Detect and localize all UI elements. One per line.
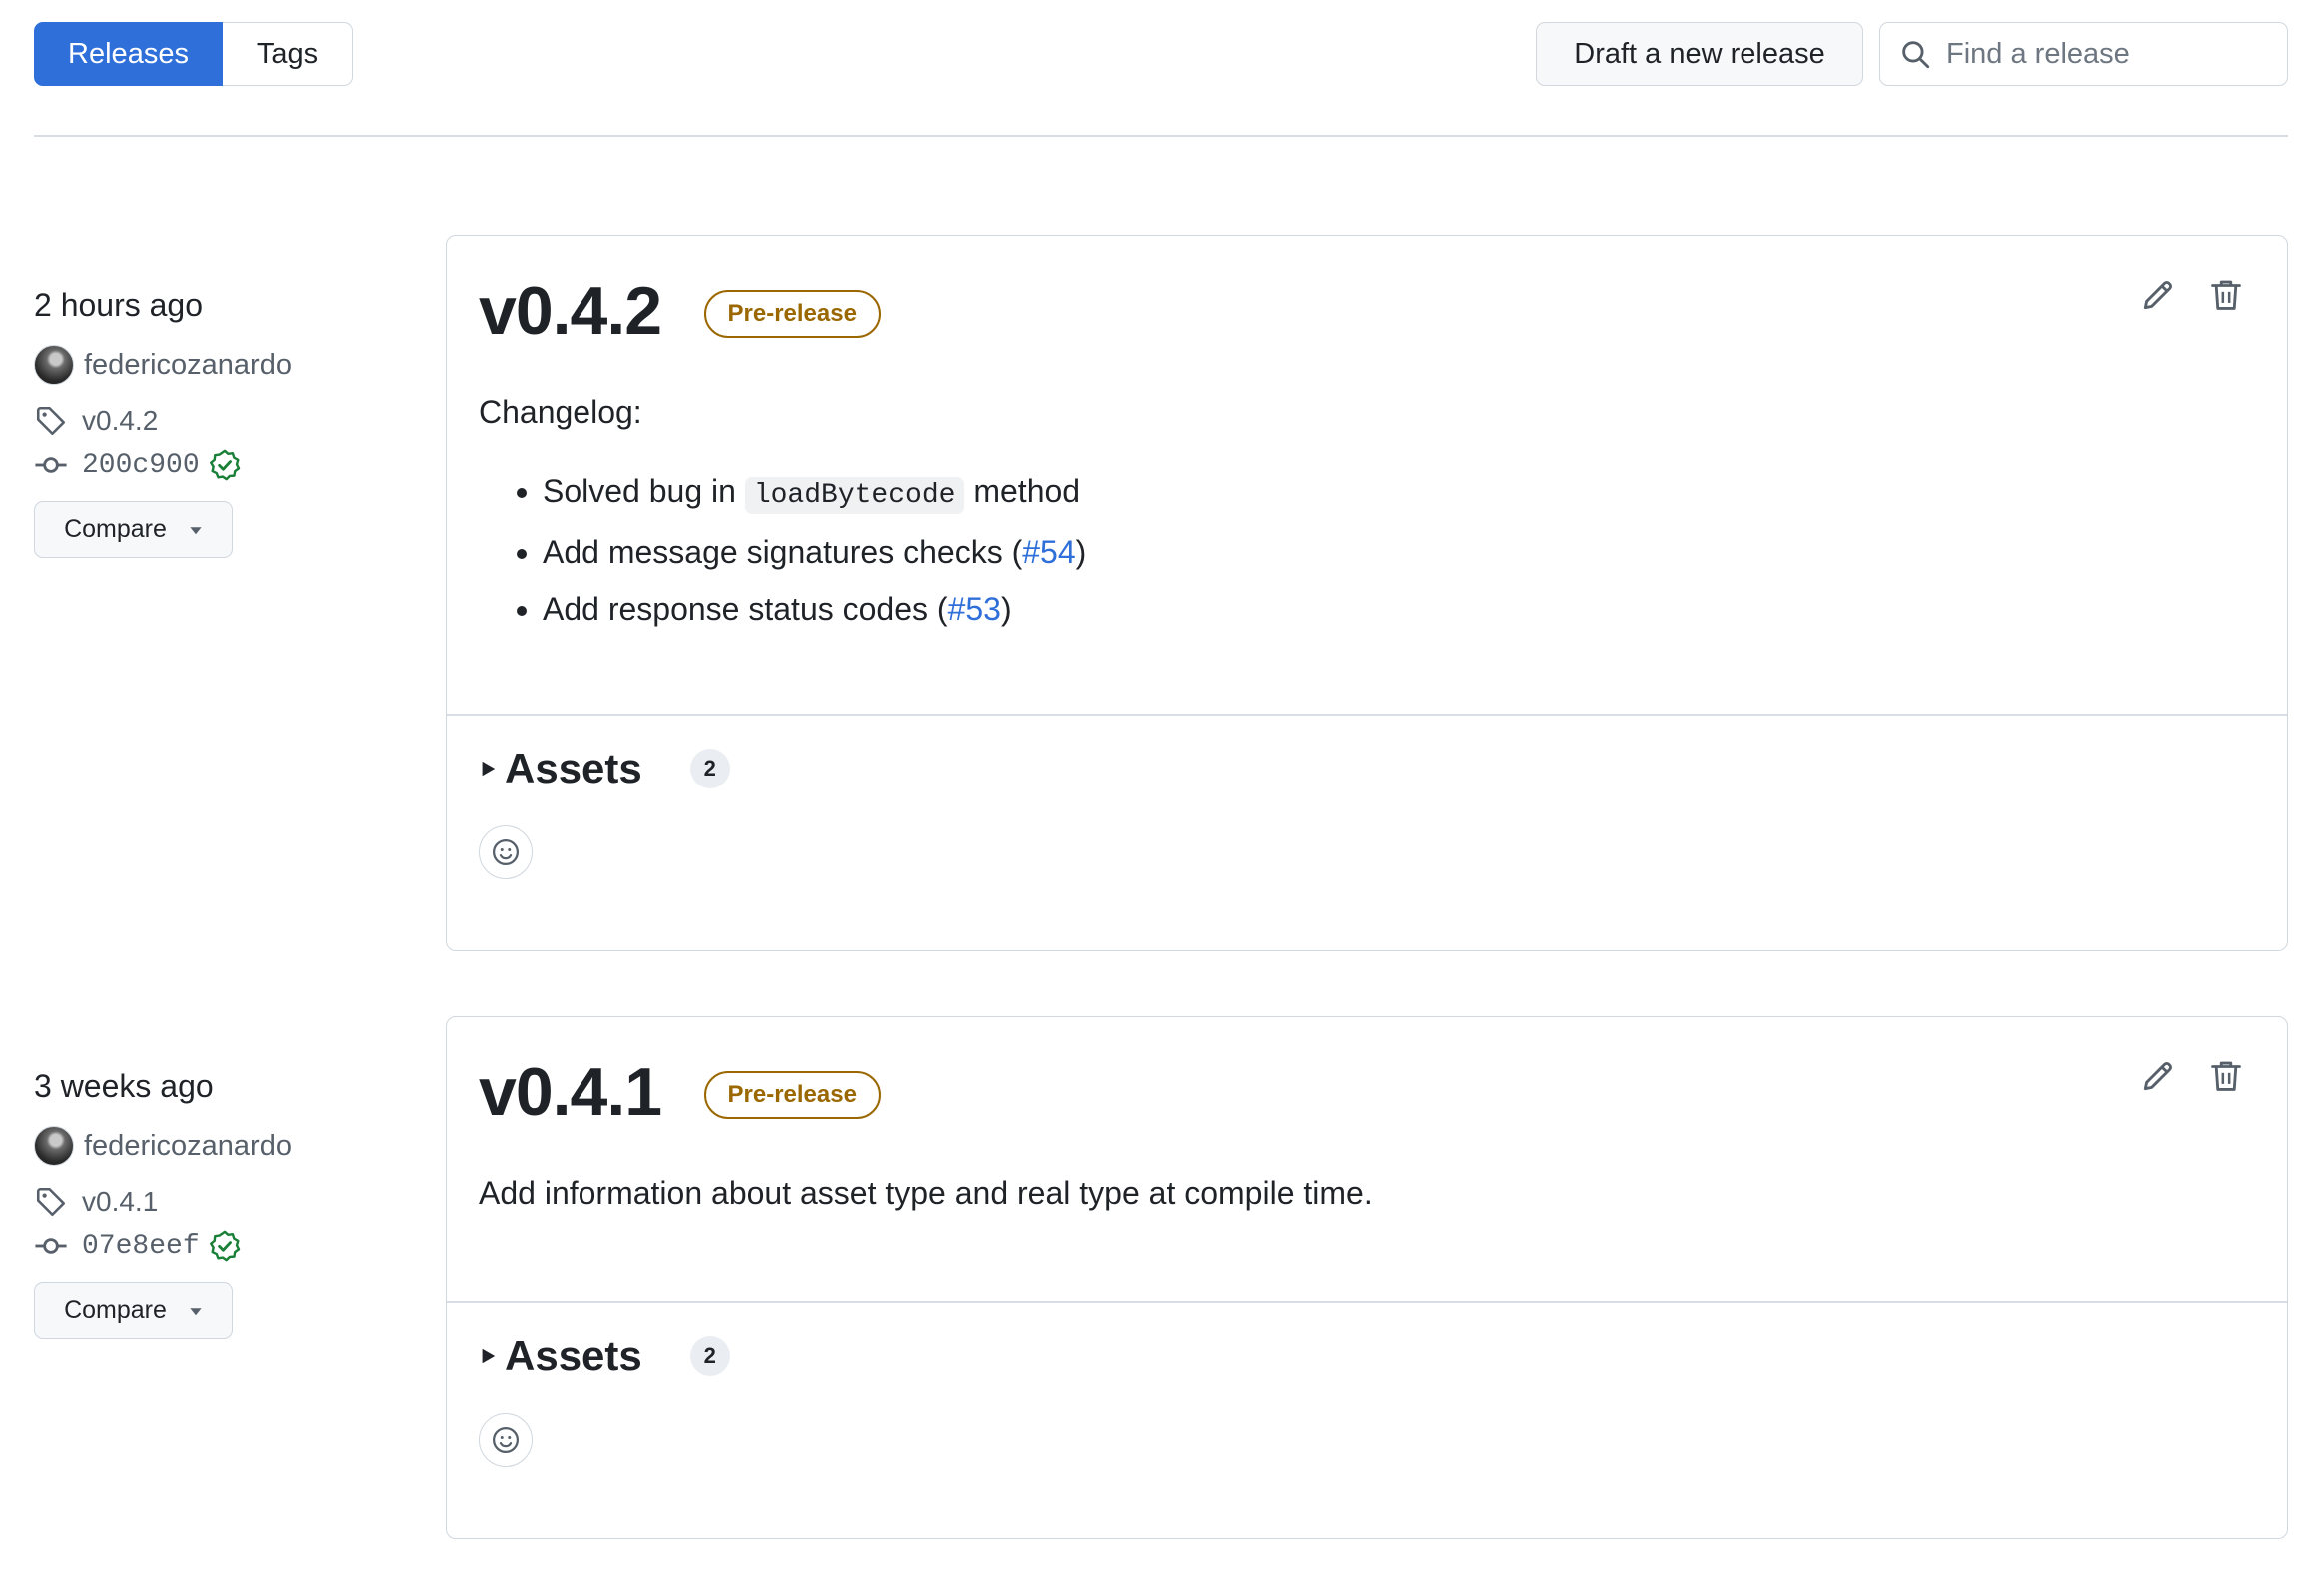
assets-count-badge: 2 [689, 1336, 730, 1376]
pr-link[interactable]: #53 [948, 591, 1001, 627]
release-commit[interactable]: 200c900 [34, 445, 414, 485]
verified-icon[interactable] [208, 448, 242, 482]
release-title[interactable]: v0.4.1 [479, 1053, 662, 1131]
draft-new-release-button[interactable]: Draft a new release [1536, 22, 1863, 86]
commit-icon [35, 457, 67, 473]
notes-list: Solved bug in loadBytecode method Add me… [479, 463, 2255, 638]
release-author[interactable]: federicozanardo [34, 343, 414, 387]
author-link[interactable]: federicozanardo [84, 349, 292, 382]
list-item: Solved bug in loadBytecode method [543, 463, 2255, 524]
tag-icon [36, 406, 66, 436]
list-item: Add message signatures checks (#54) [543, 524, 2255, 581]
avatar [34, 1126, 74, 1166]
release-author[interactable]: federicozanardo [34, 1124, 414, 1168]
release-meta: 3 weeks ago federicozanardo v0.4.1 07e8e… [34, 1066, 414, 1339]
release-date: 3 weeks ago [34, 1068, 214, 1104]
release-notes: Changelog: Solved bug in loadBytecode me… [447, 394, 2287, 714]
tab-releases[interactable]: Releases [34, 22, 223, 86]
release-tag[interactable]: v0.4.1 [34, 1182, 414, 1222]
chevron-down-icon [190, 1307, 202, 1315]
find-release-search[interactable] [1879, 22, 2288, 86]
assets-toggle[interactable]: Assets 2 [479, 742, 2255, 795]
release-title[interactable]: v0.4.2 [479, 272, 662, 350]
release-notes: Add information about asset type and rea… [447, 1175, 2287, 1301]
avatar [34, 345, 74, 385]
assets-count-badge: 2 [689, 749, 730, 788]
commit-icon [35, 1238, 67, 1254]
release-meta: 2 hours ago federicozanardo v0.4.2 200c9… [34, 285, 414, 558]
release-tag[interactable]: v0.4.2 [34, 401, 414, 441]
smiley-icon [493, 1427, 519, 1453]
tag-link[interactable]: v0.4.2 [82, 405, 158, 437]
compare-label: Compare [64, 515, 167, 543]
smiley-icon [493, 839, 519, 865]
release-header: v0.4.2 Pre-release [447, 236, 2287, 350]
header-divider [34, 135, 2288, 137]
trash-icon[interactable] [2207, 276, 2245, 314]
pr-link[interactable]: #54 [1022, 534, 1075, 570]
pencil-icon[interactable] [2139, 1057, 2177, 1095]
author-link[interactable]: federicozanardo [84, 1130, 292, 1163]
trash-icon[interactable] [2207, 1057, 2245, 1095]
add-reaction-button[interactable] [479, 825, 533, 879]
release-description: Add information about asset type and rea… [479, 1175, 1373, 1211]
tag-icon [36, 1187, 66, 1217]
chevron-down-icon [190, 526, 202, 534]
release-commit[interactable]: 07e8eef [34, 1226, 414, 1266]
assets-toggle[interactable]: Assets 2 [479, 1329, 2255, 1383]
release-card: v0.4.1 Pre-release Add information about… [446, 1016, 2288, 1539]
assets-section: Assets 2 [447, 716, 2287, 879]
prerelease-badge: Pre-release [703, 1071, 881, 1119]
triangle-right-icon [482, 761, 496, 777]
inline-code: loadBytecode [744, 477, 965, 514]
release-date: 2 hours ago [34, 287, 204, 323]
list-item: Add response status codes (#53) [543, 581, 2255, 638]
search-icon [1902, 41, 1930, 69]
release-header: v0.4.1 Pre-release [447, 1017, 2287, 1131]
compare-button[interactable]: Compare [34, 501, 233, 558]
release-tabs: Releases Tags [34, 22, 353, 86]
prerelease-badge: Pre-release [703, 290, 881, 338]
assets-heading: Assets [505, 1332, 642, 1379]
tag-link[interactable]: v0.4.1 [82, 1186, 158, 1218]
release-card: v0.4.2 Pre-release Changelog: Solved bug… [446, 235, 2288, 951]
compare-label: Compare [64, 1296, 167, 1324]
add-reaction-button[interactable] [479, 1413, 533, 1467]
commit-sha-link[interactable]: 200c900 [82, 450, 200, 481]
compare-button[interactable]: Compare [34, 1282, 233, 1339]
changelog-heading: Changelog: [479, 394, 642, 430]
tab-tags[interactable]: Tags [223, 22, 353, 86]
assets-heading: Assets [505, 745, 642, 791]
triangle-right-icon [482, 1348, 496, 1364]
find-release-input[interactable] [1944, 36, 2278, 72]
verified-icon[interactable] [208, 1229, 242, 1263]
commit-sha-link[interactable]: 07e8eef [82, 1231, 200, 1262]
pencil-icon[interactable] [2139, 276, 2177, 314]
assets-section: Assets 2 [447, 1303, 2287, 1467]
